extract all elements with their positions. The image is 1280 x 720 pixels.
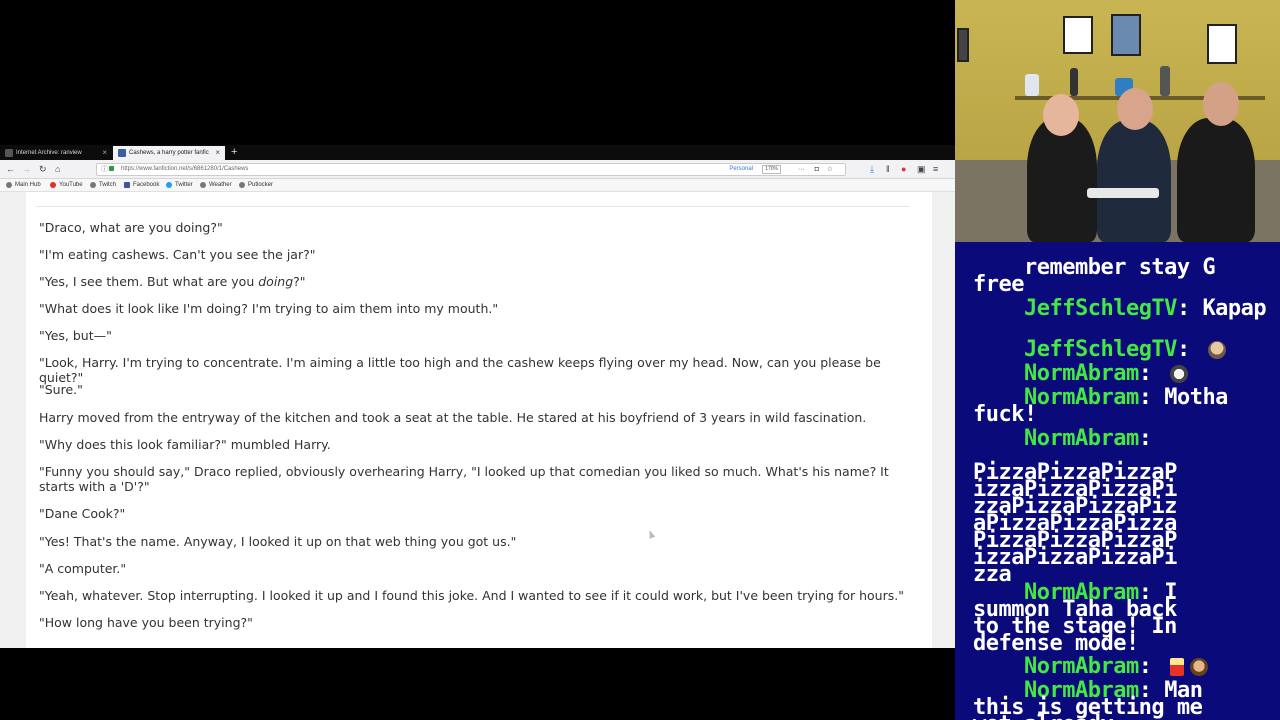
folder-icon	[6, 182, 12, 188]
story-paragraph: "What does it look like I'm doing? I'm t…	[39, 301, 499, 316]
navigation-toolbar: ← → ↻ ⌂ ⓘ https://www.fanfiction.net/s/6…	[0, 160, 955, 179]
zoom-level[interactable]: 170%	[762, 165, 781, 174]
extension-icon[interactable]: ●	[901, 163, 906, 175]
home-icon[interactable]: ⌂	[55, 163, 60, 175]
back-arrow-icon[interactable]: ←	[6, 163, 15, 175]
story-paragraph: Harry moved from the entryway of the kit…	[39, 410, 867, 425]
menu-icon[interactable]: ≡	[933, 163, 938, 175]
figurine	[1160, 66, 1170, 96]
browser-window: Internet Archive: ranview × Cashews, a h…	[0, 145, 955, 648]
person-right	[1177, 118, 1255, 242]
forward-arrow-icon[interactable]: →	[22, 163, 31, 175]
bookmark-star-icon[interactable]: ☆	[827, 164, 833, 175]
divider	[36, 206, 910, 207]
bookmark-label: Putlocker	[248, 182, 274, 188]
tab-cashews[interactable]: Cashews, a harry potter fanfic ×	[113, 146, 225, 160]
facebook-icon	[124, 182, 130, 188]
page-actions-icon[interactable]: ···	[798, 164, 805, 175]
story-paragraph: "Draco, what are you doing?"	[39, 220, 223, 235]
bookmark-facebook[interactable]: Facebook	[124, 179, 159, 191]
fanfiction-favicon-icon	[118, 149, 126, 157]
chat-text: Kapap	[1202, 296, 1267, 321]
story-paragraph: "Yes! That's the name. Anyway, I looked …	[39, 534, 517, 549]
chat-overlay: remember stay G free JeffSchlegTV: Kapap…	[955, 242, 1280, 720]
bookmark-label: Twitch	[99, 182, 117, 188]
story-paragraph: "Dane Cook?"	[39, 506, 126, 521]
library-icon[interactable]: ‖	[886, 163, 890, 175]
close-tab-icon[interactable]: ×	[215, 146, 220, 160]
story-paragraph: "Why does this look familiar?" mumbled H…	[39, 437, 331, 452]
url-text[interactable]: https://www.fanfiction.net/s/6861280/1/C…	[121, 164, 248, 175]
tab-title: Internet Archive: ranview	[16, 150, 82, 156]
bookmark-label: Facebook	[133, 182, 160, 188]
bookmark-weather[interactable]: Weather	[200, 179, 232, 191]
bookmark-label: YouTube	[59, 182, 83, 188]
bookmark-main-hub[interactable]: Main Hub	[6, 179, 41, 191]
archive-favicon-icon	[5, 149, 13, 157]
lock-icon	[109, 166, 114, 171]
bookmark-youtube[interactable]: YouTube	[50, 179, 83, 191]
youtube-icon	[50, 182, 56, 188]
wall-poster	[1207, 24, 1237, 64]
download-icon[interactable]: ⤓	[870, 163, 874, 175]
person-left	[1027, 118, 1097, 242]
webcam-feed	[955, 0, 1280, 242]
address-bar[interactable]: ⓘ https://www.fanfiction.net/s/6861280/1…	[96, 163, 846, 176]
person-right-head	[1203, 82, 1239, 126]
person-middle-head	[1117, 88, 1153, 130]
bookmark-label: Twitter	[175, 182, 193, 188]
tab-title: Cashews, a harry potter fanfic	[129, 150, 209, 156]
emphasized-word: doing	[258, 274, 294, 289]
bookmark-label: Main Hub	[15, 182, 41, 188]
bookmark-twitter[interactable]: Twitter	[166, 179, 193, 191]
sidebar-icon[interactable]: ▣	[917, 163, 926, 175]
new-tab-plus-icon[interactable]: +	[231, 145, 237, 159]
story-paragraph: "Look, Harry. I'm trying to concentrate.…	[39, 355, 885, 385]
globe-icon	[200, 182, 206, 188]
story-paragraph: "I'm eating cashews. Can't you see the j…	[39, 247, 316, 262]
chat-username: JeffSchlegTV	[1023, 296, 1177, 321]
figurine	[1070, 68, 1078, 96]
chat-username: NormAbram	[1023, 385, 1139, 410]
wall-poster	[1063, 16, 1093, 54]
story-paragraph: "Yes, but—"	[39, 328, 112, 343]
story-paragraph: "Yeah, whatever. Stop interrupting. I lo…	[39, 588, 904, 603]
story-paragraph: "Funny you should say," Draco replied, o…	[39, 464, 893, 494]
twitter-icon	[166, 182, 172, 188]
bookmarks-toolbar: Main Hub YouTube Twitch Facebook Twitter…	[0, 179, 955, 192]
chat-message: NormAbram: Man this is getting me wet al…	[973, 665, 1273, 720]
bookmark-label: Weather	[209, 182, 232, 188]
tab-internet-archive[interactable]: Internet Archive: ranview ×	[0, 146, 112, 160]
wall-poster	[957, 28, 969, 62]
container-label[interactable]: Personal	[729, 164, 753, 175]
story-paragraph: "How long have you been trying?"	[39, 615, 253, 630]
story-paragraph: "A computer."	[39, 561, 127, 576]
bookmark-twitch[interactable]: Twitch	[90, 179, 116, 191]
story-page: "Draco, what are you doing?" "I'm eating…	[26, 192, 932, 648]
figurine	[1025, 74, 1039, 96]
wall-poster	[1111, 14, 1141, 56]
story-paragraph: "Yes, I see them. But what are you doing…	[39, 274, 306, 289]
reload-icon[interactable]: ↻	[39, 163, 47, 175]
person-middle	[1097, 120, 1171, 242]
twitch-icon	[90, 182, 96, 188]
bookmark-putlocker[interactable]: Putlocker	[239, 179, 273, 191]
close-tab-icon[interactable]: ×	[102, 146, 107, 160]
globe-icon	[239, 182, 245, 188]
info-icon[interactable]: ⓘ	[101, 164, 108, 175]
laptop	[1087, 188, 1159, 198]
tab-strip: Internet Archive: ranview × Cashews, a h…	[0, 145, 955, 160]
person-left-head	[1043, 94, 1079, 136]
story-paragraph: "Sure."	[39, 382, 83, 397]
chat-username: NormAbram	[1023, 426, 1139, 451]
pocket-icon[interactable]: ◘	[815, 164, 819, 175]
